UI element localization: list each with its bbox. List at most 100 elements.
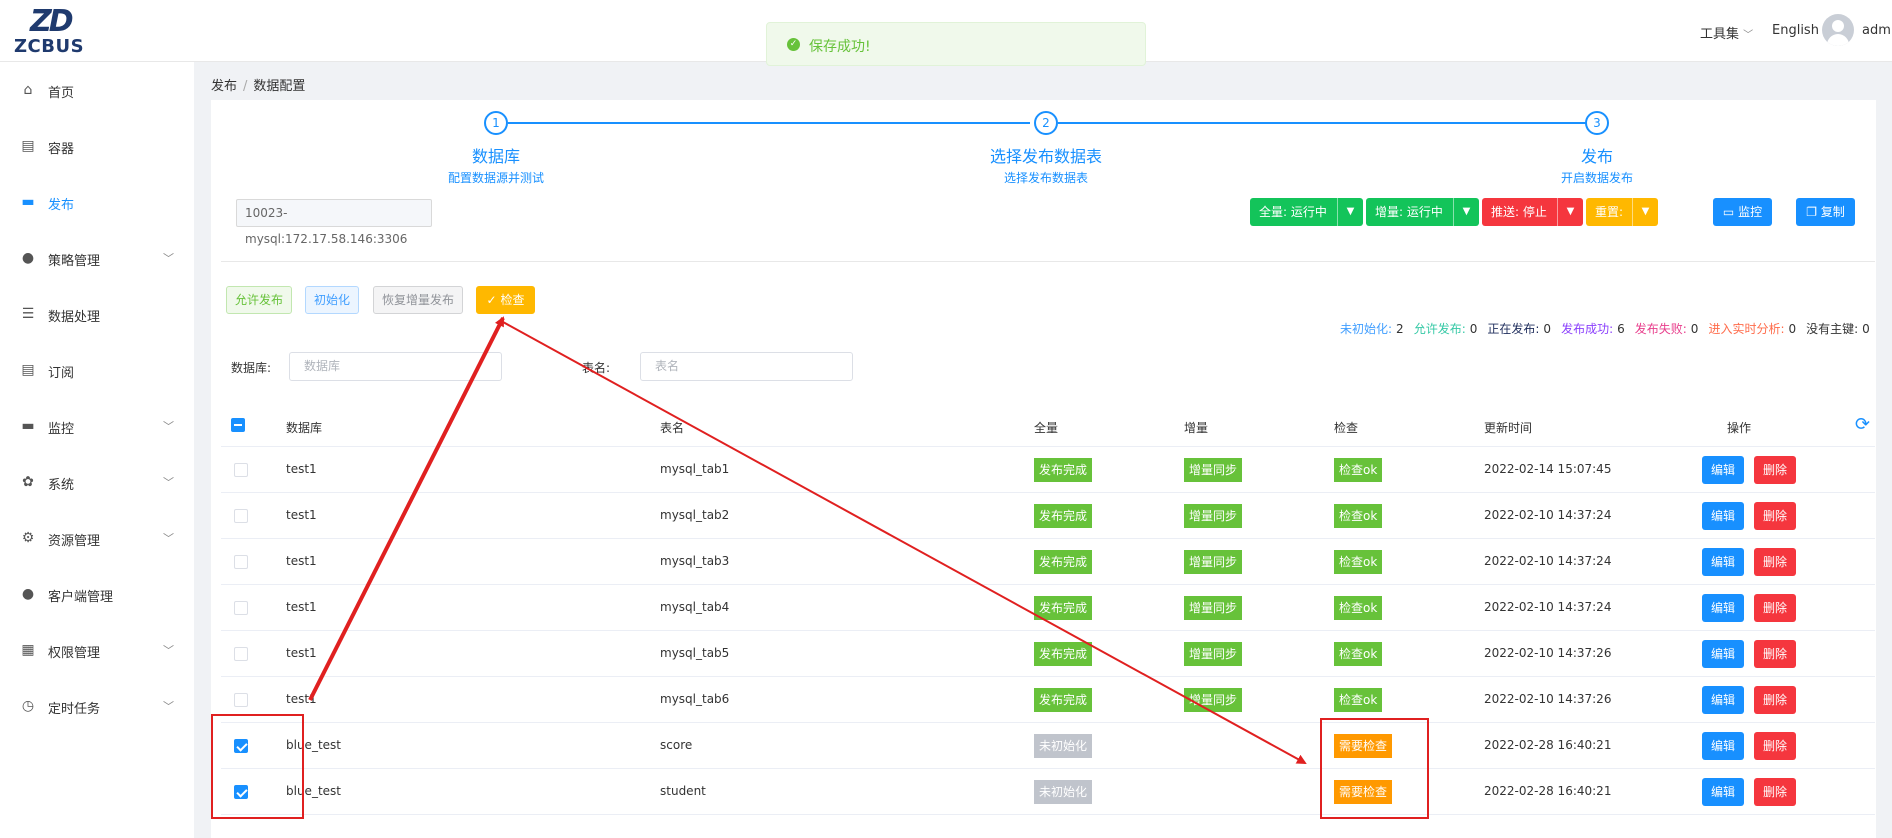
stat-value: 6: [1617, 322, 1625, 336]
step-3-title: 发布: [1580, 147, 1613, 166]
table-row: test1 mysql_tab4 发布完成 增量同步 检查ok 2022-02-10 14…: [221, 585, 1875, 631]
sidebar-item-10[interactable]: ▦ 权限管理 ﹀: [0, 630, 194, 670]
column-header-table: 表名: [660, 421, 685, 435]
refresh-icon[interactable]: ⟳: [1855, 414, 1870, 435]
edit-button[interactable]: 编辑: [1702, 732, 1744, 760]
sidebar-item-label: 权限管理: [48, 646, 101, 661]
edit-button[interactable]: 编辑: [1702, 778, 1744, 806]
sidebar-item-1[interactable]: ▤ 容器: [0, 126, 194, 166]
copy-button[interactable]: ❐ 复制: [1796, 198, 1855, 226]
avatar[interactable]: [1822, 14, 1854, 46]
chevron-down-icon[interactable]: ▼: [1337, 198, 1363, 226]
step-2-title: 选择发布数据表: [989, 147, 1102, 166]
table-name-cell: mysql_tab6: [660, 692, 730, 706]
table-name-cell: mysql_tab1: [660, 462, 730, 476]
incremental-status-button[interactable]: 增量: 运行中 ▼: [1366, 198, 1479, 226]
chevron-down-icon[interactable]: ▼: [1632, 198, 1658, 226]
allow-publish-button[interactable]: 允许发布: [226, 286, 292, 314]
step-1-circle: 1: [484, 111, 508, 135]
sidebar-item-9[interactable]: ● 客户端管理: [0, 574, 194, 614]
row-checkbox[interactable]: [234, 785, 248, 799]
check-label: 检查: [500, 293, 525, 307]
sidebar-item-4[interactable]: ☰ 数据处理: [0, 294, 194, 334]
edit-button[interactable]: 编辑: [1702, 548, 1744, 576]
sidebar-item-6[interactable]: ▬ 监控 ﹀: [0, 406, 194, 446]
delete-button[interactable]: 删除: [1754, 456, 1796, 484]
delete-button[interactable]: 删除: [1754, 686, 1796, 714]
select-all-checkbox[interactable]: [231, 418, 245, 432]
full-status-button[interactable]: 全量: 运行中 ▼: [1250, 198, 1363, 226]
sidebar: ⌂ 首页 ▤ 容器 ▬ 发布 ● 策略管理 ﹀ ☰ 数据处理 ▤ 订阅 ▬ 监控 ﹀ ✿ 系统 ﹀ ⚙ 资源管理 ﹀ ● 客户…: [0, 62, 194, 838]
updated-time-cell: 2022-02-10 14:37:24: [1484, 600, 1612, 614]
stat-value: 0: [1469, 322, 1478, 336]
initialize-button[interactable]: 初始化: [305, 286, 359, 314]
column-header-full: 全量: [1034, 421, 1059, 435]
grid-icon: ▦: [21, 642, 35, 658]
delete-button[interactable]: 删除: [1754, 502, 1796, 530]
sidebar-item-5[interactable]: ▤ 订阅: [0, 350, 194, 390]
table-name-cell: mysql_tab2: [660, 508, 730, 522]
full-status-badge: 发布完成: [1034, 458, 1093, 482]
breadcrumb-separator: /: [243, 79, 248, 94]
row-checkbox[interactable]: [234, 555, 248, 569]
delete-button[interactable]: 删除: [1754, 594, 1796, 622]
check-status-badge: 检查ok: [1334, 596, 1383, 620]
edit-button[interactable]: 编辑: [1702, 640, 1744, 668]
sidebar-item-2[interactable]: ▬ 发布: [0, 182, 194, 222]
table-filter-label: 表名:: [582, 361, 611, 375]
chevron-down-icon[interactable]: ▼: [1557, 198, 1583, 226]
full-status-label: 全量: 运行中: [1259, 205, 1327, 219]
row-checkbox[interactable]: [234, 601, 248, 615]
chevron-down-icon: ﹀: [163, 476, 174, 489]
delete-button[interactable]: 删除: [1754, 548, 1796, 576]
push-status-button[interactable]: 推送: 停止 ▼: [1482, 198, 1583, 226]
zcbus-logo[interactable]: ZD ZCBUS: [14, 4, 98, 57]
restore-incremental-button[interactable]: 恢复增量发布: [373, 286, 463, 314]
row-checkbox[interactable]: [234, 463, 248, 477]
row-checkbox[interactable]: [234, 739, 248, 753]
language-switch[interactable]: English: [1772, 23, 1819, 38]
user-name[interactable]: admin: [1862, 23, 1892, 38]
row-checkbox[interactable]: [234, 693, 248, 707]
sidebar-item-11[interactable]: ◷ 定时任务 ﹀: [0, 686, 194, 726]
updated-time-cell: 2022-02-28 16:40:21: [1484, 784, 1612, 798]
column-header-incremental: 增量: [1184, 421, 1209, 435]
tools-dropdown[interactable]: 工具集 ﹀: [1700, 23, 1753, 42]
check-button[interactable]: ✓ 检查: [476, 286, 535, 314]
chevron-down-icon[interactable]: ▼: [1453, 198, 1479, 226]
sidebar-item-7[interactable]: ✿ 系统 ﹀: [0, 462, 194, 502]
edit-button[interactable]: 编辑: [1702, 686, 1744, 714]
edit-button[interactable]: 编辑: [1702, 502, 1744, 530]
database-selector[interactable]: 10023-mysql:172.17.58.146:3306: [236, 199, 432, 246]
monitor-icon: ▬: [21, 418, 35, 434]
database-filter-input[interactable]: 数据库: [289, 352, 502, 381]
row-checkbox[interactable]: [234, 647, 248, 661]
edit-button[interactable]: 编辑: [1702, 594, 1744, 622]
database-filter-label: 数据库:: [231, 361, 272, 375]
sidebar-item-8[interactable]: ⚙ 资源管理 ﹀: [0, 518, 194, 558]
edit-button[interactable]: 编辑: [1702, 456, 1744, 484]
sidebar-item-label: 定时任务: [48, 702, 101, 717]
table-filter-input[interactable]: 表名: [640, 352, 853, 381]
stat-label: 发布成功:: [1561, 322, 1614, 336]
copy-label: 复制: [1820, 205, 1845, 219]
sidebar-item-label: 监控: [48, 422, 75, 437]
sidebar-item-0[interactable]: ⌂ 首页: [0, 70, 194, 110]
delete-button[interactable]: 删除: [1754, 640, 1796, 668]
delete-button[interactable]: 删除: [1754, 732, 1796, 760]
monitor-button[interactable]: ▭ 监控: [1713, 198, 1772, 226]
reset-button[interactable]: 重置: ▼: [1586, 198, 1658, 226]
monitor-icon: ▭: [1722, 205, 1735, 219]
row-checkbox[interactable]: [234, 509, 248, 523]
table-name-cell: mysql_tab5: [660, 646, 730, 660]
step-connector: [1058, 122, 1598, 124]
sidebar-item-3[interactable]: ● 策略管理 ﹀: [0, 238, 194, 278]
logo-text: ZCBUS: [14, 36, 85, 57]
breadcrumb-publish[interactable]: 发布: [211, 79, 237, 94]
sidebar-item-label: 订阅: [48, 366, 75, 381]
delete-button[interactable]: 删除: [1754, 778, 1796, 806]
db-cell: test1: [286, 692, 317, 706]
table-name-cell: student: [660, 784, 706, 798]
chevron-down-icon: ﹀: [163, 700, 174, 713]
step-2-desc: 选择发布数据表: [1003, 171, 1088, 185]
